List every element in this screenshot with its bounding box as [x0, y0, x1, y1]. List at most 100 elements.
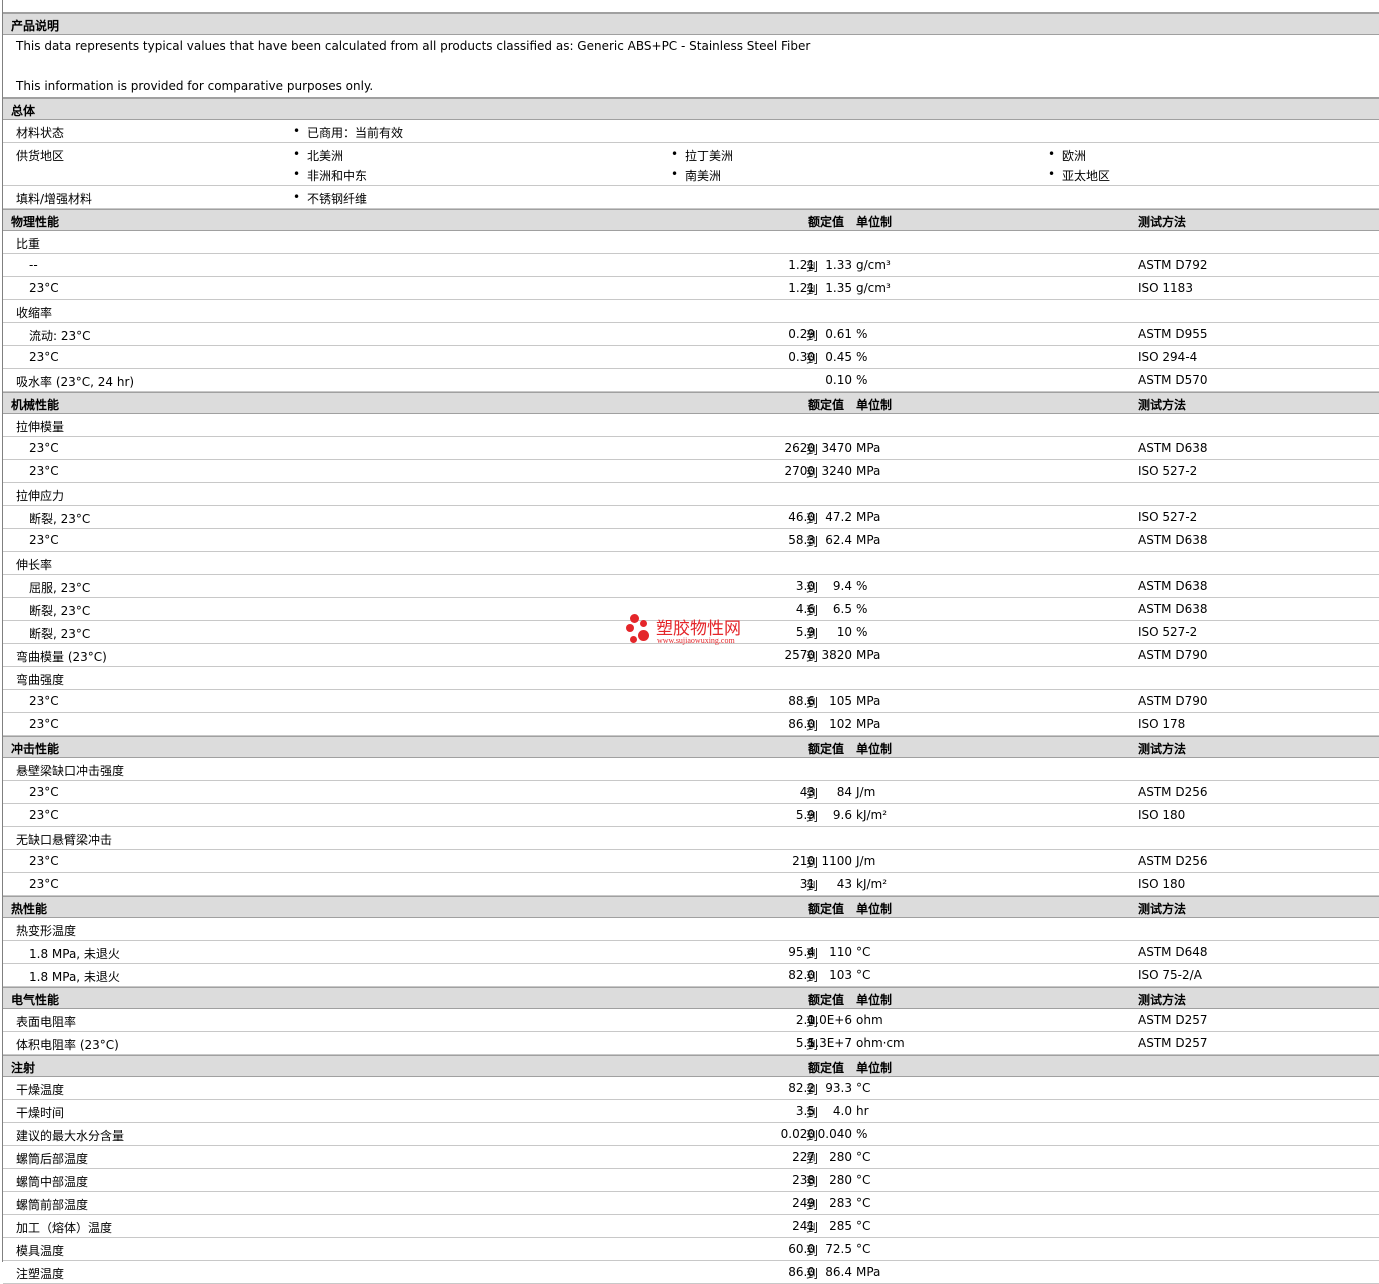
row-label: 体积电阻率 (23°C)	[16, 1038, 119, 1052]
value-unit: MPa	[856, 533, 881, 547]
property-row: 体积电阻率 (23°C) 5.5 到 1.3E+7 ohm·cm ASTM D257	[3, 1032, 1379, 1055]
value-unit: °C	[856, 945, 871, 959]
row-label: 23°C	[29, 717, 59, 731]
value-max: 0.45	[825, 350, 852, 364]
row-label: 注塑温度	[16, 1267, 65, 1281]
value-sep: 到	[806, 604, 819, 618]
description-line: This data represents typical values that…	[16, 39, 811, 53]
test-method: ASTM D638	[1138, 602, 1208, 616]
test-method: ASTM D638	[1138, 533, 1208, 547]
property-group-row: 伸长率	[3, 552, 1379, 575]
value-unit: MPa	[856, 441, 881, 455]
row-label: 23°C	[29, 281, 59, 295]
value-sep: 到	[806, 787, 819, 801]
logo-dot	[640, 620, 647, 627]
value-sep: 到	[806, 1221, 819, 1235]
value-max: 1.0E+6	[807, 1013, 852, 1027]
row-label: 加工（熔体）温度	[16, 1221, 113, 1235]
row-label: 拉伸应力	[16, 489, 65, 503]
value-max: 0.10	[825, 373, 852, 387]
row-label: --	[29, 258, 38, 272]
column-nominal: 额定值	[808, 215, 845, 229]
value-unit: %	[856, 373, 868, 387]
value-max: 105	[829, 694, 852, 708]
section-header-physical: 物理性能 额定值 单位制 测试方法	[3, 209, 1379, 231]
value-sep: 到	[806, 1175, 819, 1189]
region-item: 非洲和中东	[293, 167, 367, 184]
value-max: 110	[829, 945, 852, 959]
general-row-status: 材料状态 已商用：当前有效	[3, 120, 1379, 143]
value-unit: °C	[856, 1173, 871, 1187]
value-sep: 到	[806, 581, 819, 595]
section-header-injection: 注射 额定值 单位制	[3, 1055, 1379, 1077]
region-item: 南美洲	[671, 167, 721, 184]
test-method: ASTM D256	[1138, 785, 1208, 799]
region-item: 欧洲	[1048, 147, 1086, 164]
value-unit: kJ/m²	[856, 877, 888, 891]
value-unit: J/m	[856, 785, 876, 799]
column-unit: 单位制	[856, 1061, 893, 1075]
value-max: 285	[829, 1219, 852, 1233]
value-unit: hr	[856, 1104, 869, 1118]
row-label: 断裂, 23°C	[29, 512, 91, 526]
property-group-row: 比重	[3, 231, 1379, 254]
column-nominal: 额定值	[808, 993, 845, 1007]
row-label: 表面电阻率	[16, 1015, 77, 1029]
test-method: ISO 527-2	[1138, 510, 1198, 524]
status-value: 已商用：当前有效	[293, 124, 403, 141]
column-unit: 单位制	[856, 398, 893, 412]
row-label: 23°C	[29, 464, 59, 478]
value-sep: 到	[806, 650, 819, 664]
property-row: 23°C 2620 到 3470 MPa ASTM D638	[3, 437, 1379, 460]
value-unit: °C	[856, 1196, 871, 1210]
value-sep: 到	[806, 810, 819, 824]
value-sep: 到	[806, 1106, 819, 1120]
property-row: 表面电阻率 2.0 到 1.0E+6 ohm ASTM D257	[3, 1009, 1379, 1032]
watermark-url: www.sujiaowuxing.com	[657, 636, 735, 645]
value-sep: 到	[806, 696, 819, 710]
section-header-impact: 冲击性能 额定值 单位制 测试方法	[3, 736, 1379, 758]
test-method: ASTM D638	[1138, 579, 1208, 593]
value-unit: %	[856, 327, 868, 341]
test-method: ISO 180	[1138, 877, 1186, 891]
column-nominal: 额定值	[808, 902, 845, 916]
general-row-filler: 填料/增强材料 不锈钢纤维	[3, 186, 1379, 209]
filler-value: 不锈钢纤维	[293, 190, 367, 207]
value-sep: 到	[806, 352, 819, 366]
property-row: 23°C 86.0 到 102 MPa ISO 178	[3, 713, 1379, 736]
row-label: 比重	[16, 237, 41, 251]
value-max: 280	[829, 1173, 852, 1187]
value-max: 3470	[821, 441, 852, 455]
row-label: 螺筒后部温度	[16, 1152, 89, 1166]
row-label: 23°C	[29, 694, 59, 708]
property-group-row: 悬壁梁缺口冲击强度	[3, 758, 1379, 781]
value-unit: °C	[856, 1081, 871, 1095]
value-sep: 到	[806, 1083, 819, 1097]
value-sep: 到	[806, 1198, 819, 1212]
property-group-row: 拉伸应力	[3, 483, 1379, 506]
property-row: 23°C 58.3 到 62.4 MPa ASTM D638	[3, 529, 1379, 552]
description-block: This data represents typical values that…	[3, 35, 1379, 98]
column-nominal: 额定值	[808, 398, 845, 412]
row-label: 螺筒前部温度	[16, 1198, 89, 1212]
row-label: 螺筒中部温度	[16, 1175, 89, 1189]
test-method: ISO 294-4	[1138, 350, 1198, 364]
region-item: 拉丁美洲	[671, 147, 733, 164]
value-unit: %	[856, 350, 868, 364]
row-label: 23°C	[29, 854, 59, 868]
value-unit: %	[856, 602, 868, 616]
test-method: ASTM D790	[1138, 694, 1208, 708]
test-method: ASTM D570	[1138, 373, 1208, 387]
value-max: 84	[836, 785, 852, 799]
property-row: 螺筒中部温度 238 到 280 °C	[3, 1169, 1379, 1192]
property-row: 1.8 MPa, 未退火 95.4 到 110 °C ASTM D648	[3, 941, 1379, 964]
section-title: 电气性能	[11, 993, 60, 1007]
watermark-logo: 塑胶物性网 www.sujiaowuxing.com	[626, 612, 756, 648]
value-unit: J/m	[856, 854, 876, 868]
property-row: 螺筒前部温度 249 到 283 °C	[3, 1192, 1379, 1215]
column-unit: 单位制	[856, 902, 893, 916]
value-max: 9.6	[832, 808, 852, 822]
row-label: 弯曲模量 (23°C)	[16, 650, 107, 664]
value-max: 93.3	[825, 1081, 852, 1095]
value-max: 3240	[821, 464, 852, 478]
